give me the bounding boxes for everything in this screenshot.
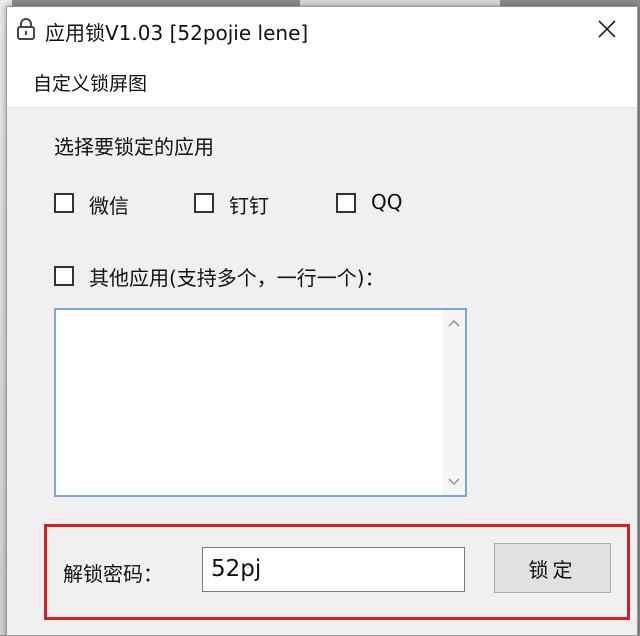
- other-apps-textarea[interactable]: [54, 308, 467, 497]
- choose-apps-label: 选择要锁定的应用: [54, 135, 214, 159]
- dingtalk-label[interactable]: 钉钉: [229, 190, 269, 219]
- dingtalk-checkbox[interactable]: [194, 193, 214, 213]
- textarea-scrollbar[interactable]: [443, 310, 465, 495]
- menu-item-custom-lock-screen-image[interactable]: 自定义锁屏图: [33, 69, 147, 96]
- other-apps-checkbox[interactable]: [54, 266, 74, 286]
- close-icon: [598, 20, 616, 38]
- scroll-down-icon[interactable]: [447, 477, 461, 487]
- title-bar[interactable]: 应用锁V1.03 [52pojie lene]: [7, 7, 637, 51]
- window-title: 应用锁V1.03 [52pojie lene]: [45, 21, 309, 45]
- qq-label[interactable]: QQ: [371, 190, 402, 214]
- wechat-label[interactable]: 微信: [89, 190, 129, 219]
- unlock-password-label: 解锁密码：: [63, 562, 163, 586]
- wechat-checkbox[interactable]: [54, 193, 74, 213]
- menu-bar: 自定义锁屏图: [7, 51, 637, 108]
- app-lock-window: 应用锁V1.03 [52pojie lene] 自定义锁屏图 选择要锁定的应用 …: [6, 6, 638, 636]
- close-button[interactable]: [577, 7, 637, 51]
- unlock-password-input[interactable]: 52pj: [202, 547, 465, 592]
- qq-checkbox[interactable]: [336, 193, 356, 213]
- lock-button[interactable]: 锁定: [494, 543, 611, 593]
- padlock-icon: [17, 18, 35, 40]
- scroll-up-icon[interactable]: [447, 318, 461, 328]
- other-apps-label[interactable]: 其他应用(支持多个，一行一个)：: [89, 262, 385, 291]
